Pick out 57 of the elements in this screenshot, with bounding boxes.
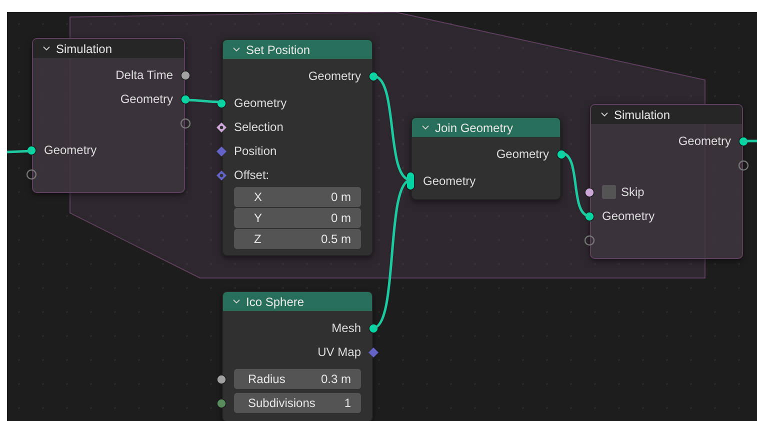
node-header[interactable]: Join Geometry [412, 118, 560, 137]
node-panel[interactable]: Simulation Delta Time Geometry Geometry [32, 38, 185, 193]
socket-label: Mesh [332, 321, 361, 335]
number-field[interactable]: Z 0.5 m [234, 229, 361, 249]
checkbox-label: Skip [621, 185, 644, 199]
socket-label: Geometry [678, 134, 731, 148]
node-link [184, 98, 222, 104]
socket-label: Offset: [234, 168, 270, 182]
node-panel[interactable]: Join Geometry Geometry Geometry [411, 117, 561, 200]
number-field[interactable]: Subdivisions 1 [234, 393, 361, 413]
node-title: Set Position [246, 42, 310, 56]
socket-handle[interactable] [584, 234, 595, 246]
node-link [743, 140, 757, 142]
node-panel[interactable]: Ico Sphere Mesh UV Map Radius 0.3 m Subdivisions 1 [222, 291, 373, 421]
socket-label: Position [234, 144, 277, 158]
node-panel[interactable]: Set Position Geometry Geometry Selection Position Offset: X 0 m Y 0 m Z 0.5 m [222, 39, 373, 256]
socket-handle[interactable] [180, 118, 191, 128]
socket-handle[interactable] [26, 168, 37, 180]
number-field[interactable]: Radius 0.3 m [234, 369, 361, 389]
socket-handle[interactable] [738, 160, 749, 170]
socket-label: Delta Time [116, 68, 173, 82]
socket-label: Geometry [423, 174, 476, 188]
node-link [7, 150, 32, 154]
node-editor-canvas[interactable] [7, 12, 757, 421]
socket-handle[interactable] [584, 210, 595, 222]
node-title: Join Geometry [435, 120, 514, 134]
node-header[interactable]: Ico Sphere [223, 292, 372, 311]
socket-handle[interactable] [180, 70, 191, 80]
socket-handle[interactable] [216, 170, 227, 180]
socket-handle[interactable] [368, 70, 379, 82]
checkbox[interactable] [602, 185, 616, 199]
node-title: Simulation [614, 108, 670, 122]
number-field[interactable]: X 0 m [234, 187, 361, 207]
socket-handle[interactable] [584, 186, 595, 198]
node-title: Simulation [56, 42, 112, 56]
socket-handle[interactable] [216, 374, 227, 384]
socket-label: Geometry [44, 143, 97, 157]
socket-label: Geometry [602, 209, 655, 223]
node-header[interactable]: Simulation [33, 39, 184, 58]
node-panel[interactable]: Simulation Geometry Skip Geometry [590, 104, 743, 259]
socket-label: Selection [234, 120, 284, 134]
node-link [560, 152, 590, 218]
socket-handle[interactable] [216, 122, 227, 132]
node-header[interactable]: Set Position [223, 40, 372, 59]
socket-handle[interactable] [216, 398, 227, 408]
node-title: Ico Sphere [246, 294, 304, 308]
socket-label: Geometry [120, 92, 173, 106]
node-header[interactable]: Simulation [591, 105, 742, 124]
socket-label: Geometry [234, 96, 287, 110]
socket-label: Geometry [308, 69, 361, 83]
socket-handle[interactable] [180, 94, 191, 104]
socket-handle[interactable] [216, 98, 227, 108]
socket-handle[interactable] [368, 346, 379, 358]
socket-label: UV Map [318, 345, 361, 359]
socket-handle[interactable] [216, 146, 227, 156]
socket-label: Geometry [496, 147, 549, 161]
number-field[interactable]: Y 0 m [234, 208, 361, 228]
